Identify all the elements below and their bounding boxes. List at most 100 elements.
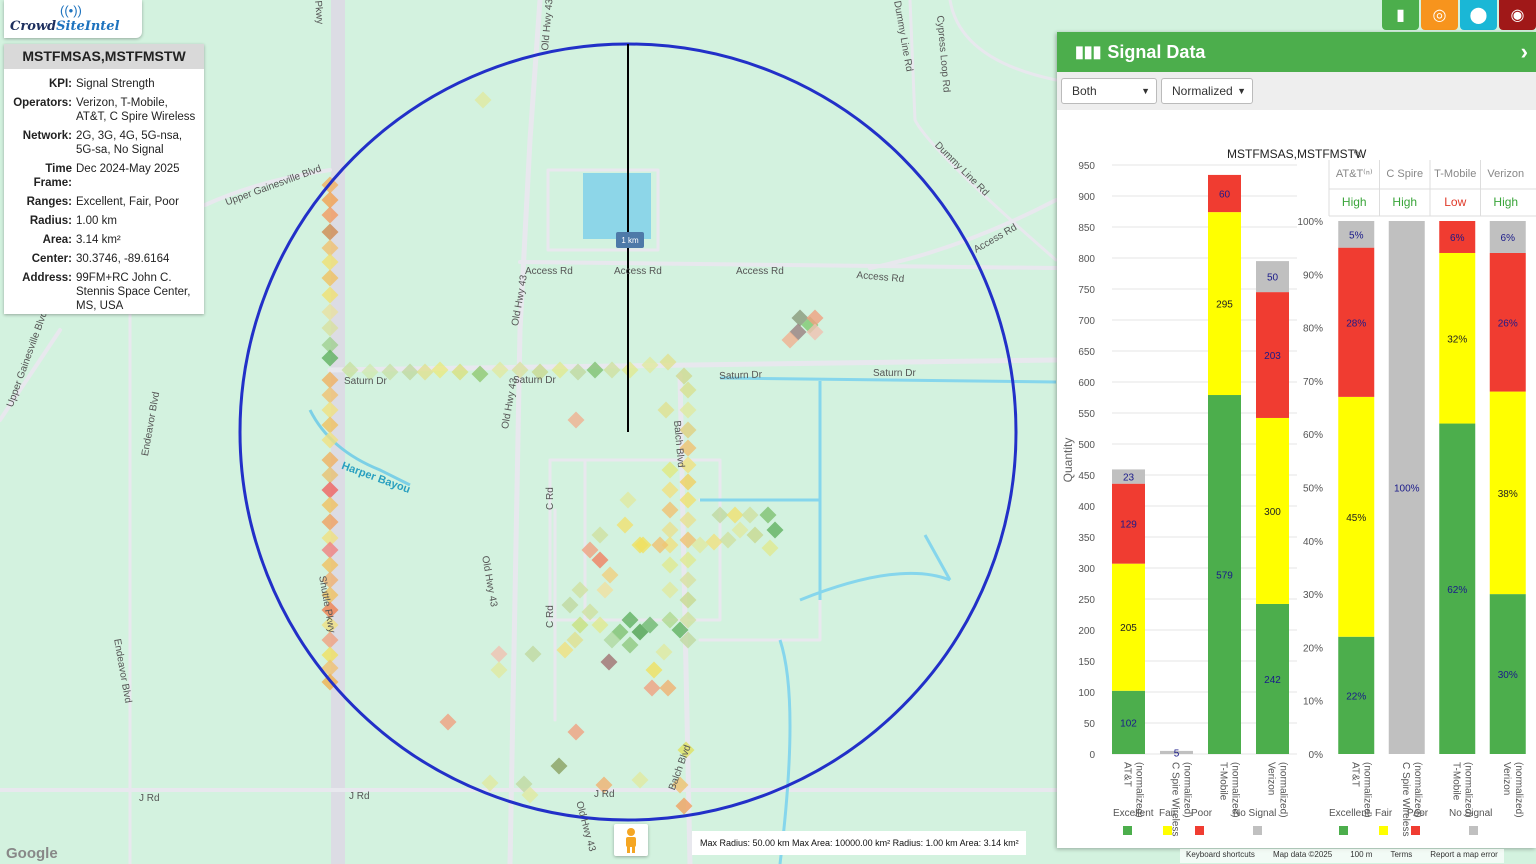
signal-sample-diamond — [661, 501, 679, 519]
road-label: Access Rd — [614, 266, 662, 277]
pct-data-label: 32% — [1447, 334, 1467, 345]
signal-sample-diamond — [741, 506, 759, 524]
road-label: Access Rd — [736, 266, 784, 277]
summary-key: Area: — [42, 234, 72, 246]
signal-chart: MSTFMSAS,MSTFMSTW✎ 0 50 100 150 200 250 300 350 4… — [1061, 147, 1536, 836]
toolbar: ▮ ◎ ⬤ ◉ — [1382, 0, 1536, 30]
edit-pencil-icon: ✎ — [1353, 149, 1362, 161]
y-tick-label: 0 — [1089, 750, 1095, 761]
y-tick-label: 900 — [1078, 192, 1095, 203]
column-header: Verizon — [1487, 168, 1524, 180]
summary-value: Excellent, Fair, Poor — [76, 196, 179, 208]
pct-data-label: 26% — [1498, 318, 1518, 329]
legend-label: Fair — [1159, 808, 1177, 819]
attribution-item[interactable]: Map data ©2025 — [1273, 850, 1332, 862]
signal-sample-diamond — [601, 566, 619, 584]
bar-chart-button[interactable]: ▮ — [1382, 0, 1419, 30]
signal-sample-diamond — [596, 581, 614, 599]
signal-sample-diamond — [759, 506, 777, 524]
summary-key: Address: — [22, 272, 72, 284]
signal-sample-diamond — [619, 491, 637, 509]
pond — [583, 173, 651, 239]
bar-data-label: 23 — [1123, 473, 1135, 484]
globe-button[interactable]: ◉ — [1499, 0, 1536, 30]
y-tick-label: 700 — [1078, 316, 1095, 327]
bar-data-label: 60 — [1219, 190, 1231, 201]
summary-row: Network: 2G, 3G, 4G, 5G-nsa, 5G-sa, No Si… — [8, 129, 200, 157]
antenna-icon: ((•)) — [60, 3, 82, 18]
y-tick-label: 150 — [1078, 657, 1095, 668]
street-view-pegman[interactable] — [614, 824, 648, 856]
panel-header: ▮▮▮ Signal Data › — [1057, 32, 1536, 72]
y-axis-label: Quantity — [1061, 438, 1075, 483]
signal-sample-diamond — [659, 353, 677, 371]
y-tick-label: 200 — [1078, 626, 1095, 637]
y-tick-label: 400 — [1078, 502, 1095, 513]
signal-sample-diamond — [490, 645, 508, 663]
signal-sample-diamond — [661, 521, 679, 539]
bar-data-label: 295 — [1216, 300, 1233, 311]
bar-data-label: 205 — [1120, 623, 1137, 634]
signal-sample-diamond — [659, 679, 677, 697]
y-tick-label: 300 — [1078, 564, 1095, 575]
target-button[interactable]: ◎ — [1421, 0, 1458, 30]
summary-value: 1.00 km — [76, 215, 117, 227]
y-tick-label-pct: 0% — [1309, 750, 1324, 761]
rating-label: High — [1493, 195, 1518, 209]
signal-sample-diamond — [661, 556, 679, 574]
signal-sample-diamond — [643, 679, 661, 697]
signal-sample-diamond — [726, 506, 744, 524]
y-tick-label: 800 — [1078, 254, 1095, 265]
pct-data-label: 5% — [1349, 230, 1364, 241]
y-tick-label: 100 — [1078, 688, 1095, 699]
column-header: AT&T⁽ⁿ⁾ — [1336, 168, 1373, 180]
pct-data-label: 28% — [1346, 318, 1366, 329]
summary-row: Ranges: Excellent, Fair, Poor — [8, 195, 200, 209]
signal-sample-diamond — [719, 531, 737, 549]
globe-icon: ◉ — [1510, 7, 1525, 24]
summary-value: 3.14 km² — [76, 234, 121, 246]
attribution-item[interactable]: Terms — [1390, 850, 1412, 862]
map-pin-button[interactable]: ⬤ — [1460, 0, 1497, 30]
pct-data-label: 100% — [1394, 484, 1420, 495]
legend-swatch — [1195, 826, 1204, 835]
road-label: C Rd — [545, 605, 556, 628]
collapse-chevron-icon[interactable]: › — [1521, 39, 1528, 65]
summary-key: Network: — [22, 130, 72, 142]
road-label: J Rd — [139, 793, 160, 804]
signal-sample-diamond — [711, 506, 729, 524]
legend-label: Excellent — [1329, 808, 1370, 819]
scale-select[interactable]: Normalized ▼ — [1161, 78, 1253, 104]
pegman-icon — [626, 828, 636, 853]
pct-data-label: 22% — [1346, 691, 1366, 702]
summary-row: Address: 99FM+RC John C. Stennis Space Ce… — [8, 271, 200, 313]
summary-row: Area: 3.14 km² — [8, 233, 200, 247]
road-dummy-line — [908, 0, 1058, 262]
y-tick-label: 250 — [1078, 595, 1095, 606]
y-tick-label: 650 — [1078, 347, 1095, 358]
signal-sample-diamond — [661, 481, 679, 499]
signal-sample-diamond — [567, 723, 585, 741]
operator-mode-select[interactable]: Both ▼ — [1061, 78, 1157, 104]
app-logo[interactable]: ((•)) CrowdSiteIntel — [4, 0, 142, 38]
y-tick-label-pct: 80% — [1303, 324, 1323, 335]
summary-row: KPI: Signal Strength — [8, 77, 200, 91]
signal-sample-diamond — [645, 661, 663, 679]
y-tick-label-pct: 70% — [1303, 377, 1323, 388]
signal-sample-diamond — [634, 536, 652, 554]
signal-sample-diamond — [746, 526, 764, 544]
legend-label: Poor — [1407, 808, 1429, 819]
summary-row: Time Frame: Dec 2024-May 2025 — [8, 162, 200, 190]
summary-value: 2G, 3G, 4G, 5G-nsa, 5G-sa, No Signal — [76, 130, 183, 156]
attribution-item[interactable]: 100 m — [1350, 850, 1372, 862]
signal-sample-diamond — [661, 581, 679, 599]
attribution-item[interactable]: Report a map error — [1430, 850, 1498, 862]
attribution-item[interactable]: Keyboard shortcuts — [1186, 850, 1255, 862]
road-label: Pkwy — [312, 0, 326, 25]
y-tick-label: 350 — [1078, 533, 1095, 544]
y-tick-label-pct: 30% — [1303, 590, 1323, 601]
rating-label: High — [1342, 195, 1367, 209]
x-tick-label: Verizon — [1266, 762, 1277, 795]
signal-sample-diamond — [550, 757, 568, 775]
chart-title: MSTFMSAS,MSTFMSTW — [1227, 147, 1367, 161]
